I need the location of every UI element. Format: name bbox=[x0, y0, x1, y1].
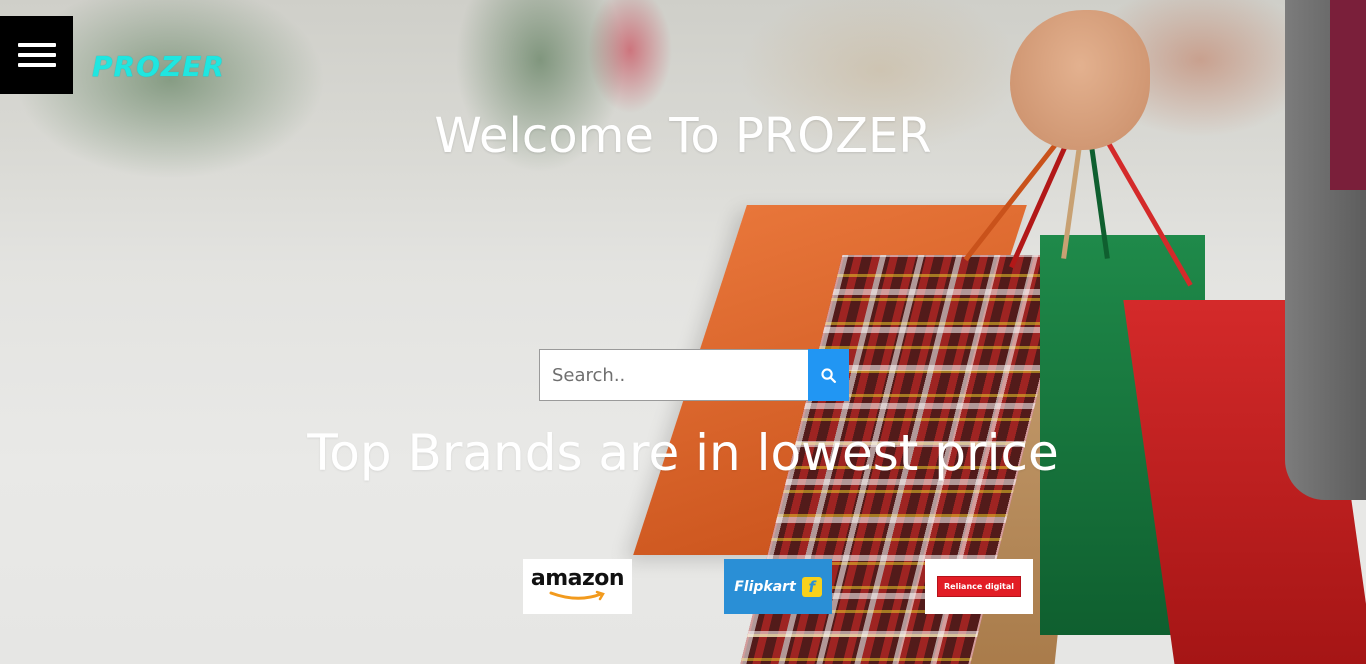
search-input[interactable] bbox=[539, 349, 808, 401]
flipkart-logo-link[interactable]: Flipkart f bbox=[724, 559, 832, 614]
menu-button[interactable] bbox=[0, 16, 73, 94]
amazon-logo-link[interactable]: amazon bbox=[523, 559, 632, 614]
flipkart-bag-icon: f bbox=[801, 576, 822, 597]
reliance-digital-logo-text: Reliance digital bbox=[936, 576, 1022, 597]
page-title: Welcome To PROZER bbox=[434, 108, 932, 164]
flipkart-logo-text: Flipkart bbox=[734, 578, 796, 595]
site-logo[interactable]: PROZER bbox=[92, 50, 225, 83]
search-icon bbox=[821, 367, 837, 383]
search-button[interactable] bbox=[808, 349, 849, 401]
tagline: Top Brands are in lowest price bbox=[307, 424, 1059, 482]
search-form bbox=[539, 349, 849, 401]
reliance-digital-logo-link[interactable]: Reliance digital bbox=[925, 559, 1033, 614]
amazon-smile-icon bbox=[549, 590, 605, 600]
amazon-logo-text: amazon bbox=[530, 565, 625, 591]
hamburger-menu-icon bbox=[17, 37, 56, 73]
hero-background-image bbox=[0, 0, 1366, 664]
